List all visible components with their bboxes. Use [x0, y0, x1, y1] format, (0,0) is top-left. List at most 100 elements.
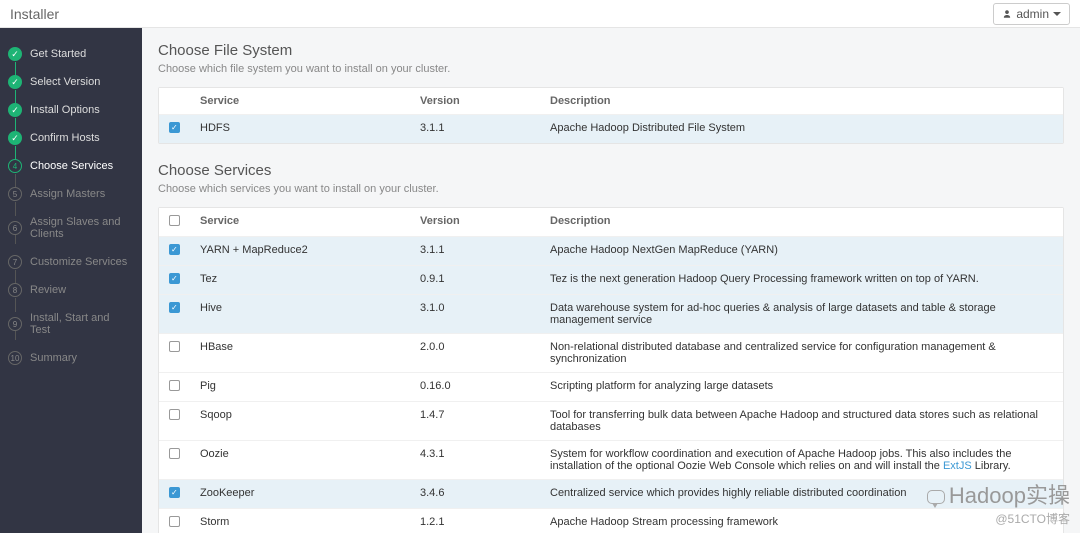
table-row[interactable]: HBase2.0.0Non-relational distributed dat… — [159, 334, 1063, 373]
service-description: Tool for transferring bulk data between … — [540, 402, 1063, 441]
table-row[interactable]: YARN + MapReduce23.1.1Apache Hadoop Next… — [159, 237, 1063, 266]
service-name: Pig — [190, 373, 410, 402]
service-version: 1.4.7 — [410, 402, 540, 441]
sidebar-item-label: Confirm Hosts — [30, 132, 100, 144]
svc-section-subtitle: Choose which services you want to instal… — [158, 183, 1064, 195]
service-version: 0.9.1 — [410, 266, 540, 295]
caret-down-icon — [1053, 12, 1061, 16]
user-icon — [1002, 9, 1012, 19]
step-connector — [15, 270, 17, 284]
sidebar-item-label: Review — [30, 284, 66, 296]
service-name: YARN + MapReduce2 — [190, 237, 410, 266]
service-name: HBase — [190, 334, 410, 373]
service-description: Centralized service which provides highl… — [540, 480, 1063, 509]
service-name: Storm — [190, 509, 410, 533]
admin-label: admin — [1016, 7, 1049, 21]
table-row[interactable]: Hive3.1.0Data warehouse system for ad-ho… — [159, 295, 1063, 334]
table-row[interactable]: HDFS3.1.1Apache Hadoop Distributed File … — [159, 115, 1063, 144]
service-description: Tez is the next generation Hadoop Query … — [540, 266, 1063, 295]
service-description: System for workflow coordination and exe… — [540, 441, 1063, 480]
sidebar-item-label: Choose Services — [30, 160, 113, 172]
svc-section-title: Choose Services — [158, 162, 1064, 179]
service-version: 0.16.0 — [410, 373, 540, 402]
check-all-icon[interactable] — [169, 215, 180, 226]
table-row[interactable]: Storm1.2.1Apache Hadoop Stream processin… — [159, 509, 1063, 533]
step-number-icon: 8 — [8, 283, 22, 297]
svc-header-description: Description — [540, 208, 1063, 237]
checkbox[interactable] — [169, 122, 180, 133]
checkbox[interactable] — [169, 302, 180, 313]
sidebar-item-label: Assign Slaves and Clients — [30, 216, 132, 240]
step-connector — [15, 202, 17, 216]
svc-header-version: Version — [410, 208, 540, 237]
svc-panel: Service Version Description YARN + MapRe… — [158, 207, 1064, 533]
sidebar: Get Started Select Version Install Options… — [0, 28, 142, 533]
table-row[interactable]: Pig0.16.0Scripting platform for analyzin… — [159, 373, 1063, 402]
sidebar-step-assign-masters[interactable]: 5Assign Masters — [0, 180, 142, 208]
service-version: 3.1.1 — [410, 115, 540, 144]
step-connector — [15, 118, 17, 132]
sidebar-step-get-started[interactable]: Get Started — [0, 40, 142, 68]
checkbox[interactable] — [169, 516, 180, 527]
svc-header-check[interactable] — [159, 208, 190, 237]
check-icon — [8, 47, 22, 61]
description-link[interactable]: ExtJS — [943, 460, 972, 472]
service-version: 1.2.1 — [410, 509, 540, 533]
sidebar-step-summary[interactable]: 10Summary — [0, 344, 142, 372]
sidebar-step-customize-services[interactable]: 7Customize Services — [0, 248, 142, 276]
svc-header-service: Service — [190, 208, 410, 237]
sidebar-step-select-version[interactable]: Select Version — [0, 68, 142, 96]
step-number-icon: 9 — [8, 317, 22, 331]
fs-section-title: Choose File System — [158, 42, 1064, 59]
sidebar-step-confirm-hosts[interactable]: Confirm Hosts — [0, 124, 142, 152]
sidebar-step-assign-slaves-and-clients[interactable]: 6 Assign Slaves and Clients — [0, 208, 142, 248]
step-number-icon: 10 — [8, 351, 22, 365]
service-description: Apache Hadoop Distributed File System — [540, 115, 1063, 144]
checkbox[interactable] — [169, 341, 180, 352]
checkbox[interactable] — [169, 380, 180, 391]
sidebar-step-install-start-and-test[interactable]: 9 Install, Start and Test — [0, 304, 142, 344]
checkbox[interactable] — [169, 487, 180, 498]
step-connector — [15, 298, 17, 312]
service-name: Hive — [190, 295, 410, 334]
checkbox[interactable] — [169, 273, 180, 284]
table-row[interactable]: Tez0.9.1Tez is the next generation Hadoo… — [159, 266, 1063, 295]
fs-header-description: Description — [540, 88, 1063, 115]
sidebar-item-label: Install, Start and Test — [30, 312, 132, 336]
service-description: Non-relational distributed database and … — [540, 334, 1063, 373]
table-row[interactable]: Oozie4.3.1System for workflow coordinati… — [159, 441, 1063, 480]
service-version: 4.3.1 — [410, 441, 540, 480]
sidebar-item-label: Install Options — [30, 104, 100, 116]
sidebar-item-label: Customize Services — [30, 256, 127, 268]
sidebar-item-label: Assign Masters — [30, 188, 105, 200]
checkbox[interactable] — [169, 409, 180, 420]
sidebar-step-install-options[interactable]: Install Options — [0, 96, 142, 124]
service-description: Scripting platform for analyzing large d… — [540, 373, 1063, 402]
step-connector — [15, 90, 17, 104]
check-icon — [8, 103, 22, 117]
checkbox[interactable] — [169, 244, 180, 255]
svc-table: Service Version Description YARN + MapRe… — [159, 208, 1063, 533]
topbar: Installer admin — [0, 0, 1080, 28]
step-connector — [15, 146, 17, 160]
admin-dropdown[interactable]: admin — [993, 3, 1070, 25]
table-row[interactable]: ZooKeeper3.4.6Centralized service which … — [159, 480, 1063, 509]
step-connector — [15, 174, 17, 188]
fs-section-subtitle: Choose which file system you want to ins… — [158, 63, 1064, 75]
sidebar-step-review[interactable]: 8 Review — [0, 276, 142, 304]
main-content: Choose File System Choose which file sys… — [142, 28, 1080, 533]
service-version: 3.4.6 — [410, 480, 540, 509]
step-number-icon: 6 — [8, 221, 22, 235]
check-icon — [8, 75, 22, 89]
sidebar-item-label: Select Version — [30, 76, 100, 88]
service-version: 2.0.0 — [410, 334, 540, 373]
checkbox[interactable] — [169, 448, 180, 459]
service-name: Sqoop — [190, 402, 410, 441]
sidebar-step-choose-services[interactable]: 4Choose Services — [0, 152, 142, 180]
table-row[interactable]: Sqoop1.4.7Tool for transferring bulk dat… — [159, 402, 1063, 441]
fs-header-version: Version — [410, 88, 540, 115]
sidebar-item-label: Get Started — [30, 48, 86, 60]
service-version: 3.1.1 — [410, 237, 540, 266]
fs-header-check — [159, 88, 190, 115]
brand-title: Installer — [10, 6, 59, 22]
